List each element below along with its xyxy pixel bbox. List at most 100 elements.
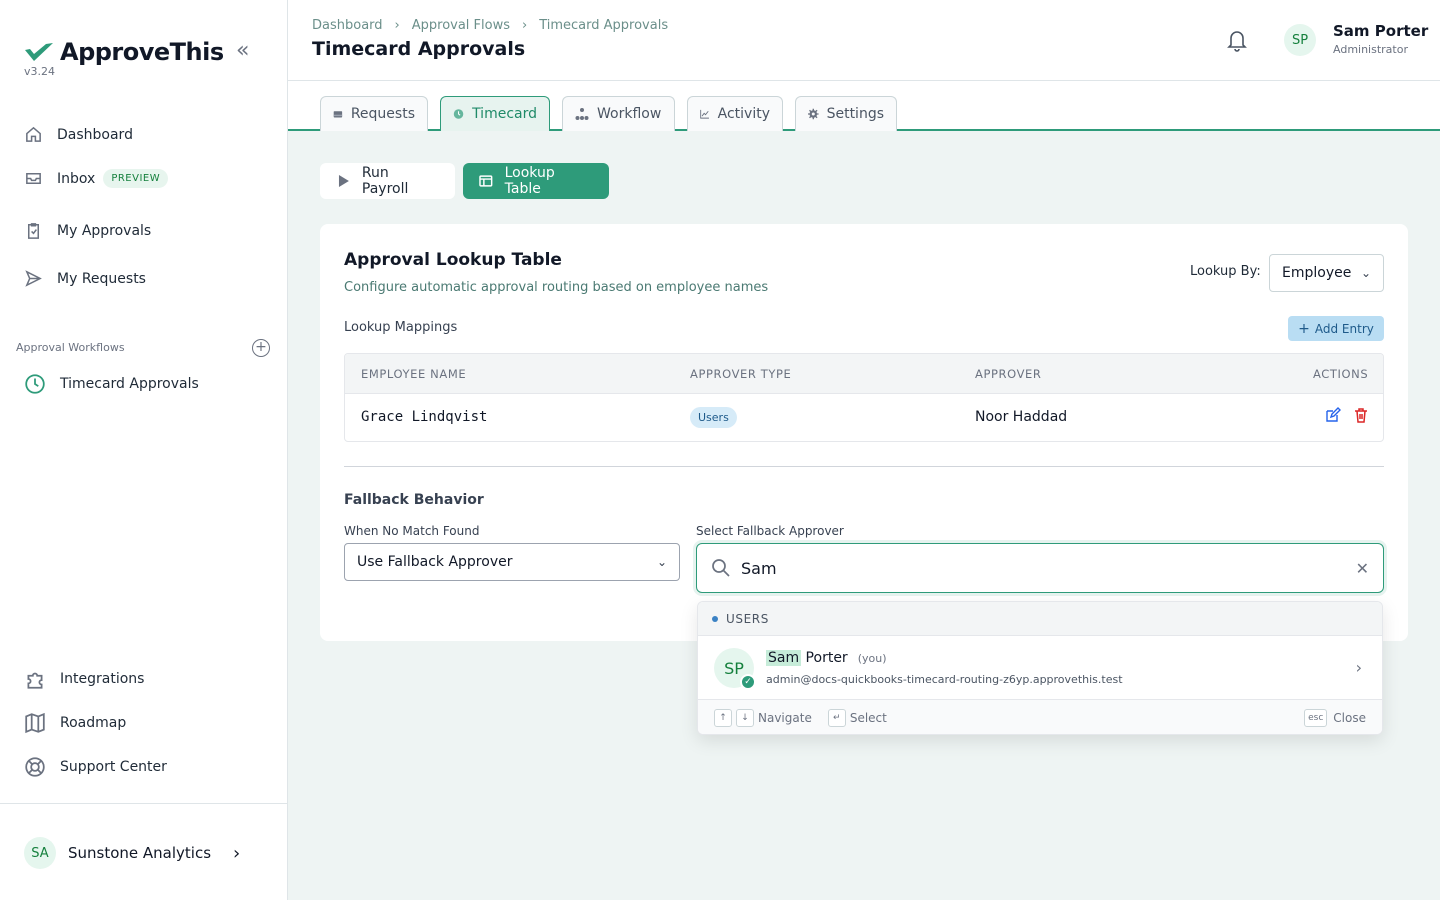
sidebar-footer: SA Sunstone Analytics › xyxy=(0,803,288,900)
sidebar-item-dashboard[interactable]: Dashboard xyxy=(24,125,133,144)
tab-settings[interactable]: Settings xyxy=(795,96,897,131)
fallback-approver-search[interactable]: ✕ xyxy=(696,543,1384,593)
col-approver: APPROVER xyxy=(975,367,1042,381)
tab-label: Settings xyxy=(826,106,884,122)
result-item[interactable]: SP ✓ Sam Porter (you) admin@docs-quickbo… xyxy=(698,636,1382,700)
inbox-icon xyxy=(26,172,41,185)
bell-icon[interactable] xyxy=(1226,28,1248,52)
sidebar-item-my-approvals[interactable]: My Approvals xyxy=(24,221,151,240)
tab-label: Timecard xyxy=(472,106,537,122)
when-no-match-label: When No Match Found xyxy=(344,524,480,538)
section-label-approval-workflows: Approval Workflows xyxy=(16,341,125,354)
table-row: Grace Lindqvist Users Noor Haddad xyxy=(345,394,1383,441)
tab-label: Requests xyxy=(350,106,415,122)
sidebar-item-label: My Approvals xyxy=(57,222,152,239)
when-no-match-value: Use Fallback Approver xyxy=(357,554,513,570)
result-name-rest: Porter xyxy=(801,650,848,666)
result-name-match: Sam xyxy=(766,650,802,666)
breadcrumb-approval-flows[interactable]: Approval Flows xyxy=(412,18,510,33)
tab-workflow[interactable]: Workflow xyxy=(562,96,675,131)
sidebar-item-label: My Requests xyxy=(57,270,146,287)
lookup-by-label: Lookup By: xyxy=(1190,264,1261,279)
tab-timecard[interactable]: Timecard xyxy=(440,96,550,131)
key-up-hint: ↑ xyxy=(714,708,732,727)
gear-icon xyxy=(808,108,819,120)
section-divider xyxy=(344,466,1384,467)
result-name: Sam Porter (you) xyxy=(766,650,886,666)
add-entry-button[interactable]: + Add Entry xyxy=(1288,316,1384,341)
group-dot-icon xyxy=(712,615,718,622)
map-icon xyxy=(25,712,45,734)
mappings-label: Lookup Mappings xyxy=(344,320,458,335)
fallback-title: Fallback Behavior xyxy=(344,492,484,508)
user-role: Administrator xyxy=(1333,43,1408,56)
chevron-right-icon: › xyxy=(233,842,241,864)
select-fallback-label: Select Fallback Approver xyxy=(696,524,844,538)
sidebar-item-timecard-approvals[interactable]: Timecard Approvals xyxy=(24,373,199,395)
user-avatar[interactable]: SP xyxy=(1284,24,1316,56)
fallback-search-input[interactable] xyxy=(741,558,1356,578)
col-approver-type: APPROVER TYPE xyxy=(690,367,792,381)
lifebuoy-icon xyxy=(25,757,45,777)
plus-icon: + xyxy=(1298,320,1310,337)
approver-type-badge: Users xyxy=(690,407,737,428)
sidebar-item-inbox[interactable]: Inbox PREVIEW xyxy=(24,169,169,188)
key-down-hint: ↓ xyxy=(736,708,754,727)
sidebar-item-my-requests[interactable]: My Requests xyxy=(24,269,146,288)
logo-check-icon xyxy=(25,43,53,61)
collapse-sidebar-icon[interactable]: « xyxy=(236,40,258,62)
add-workflow-icon[interactable]: + xyxy=(252,339,270,357)
tab-activity[interactable]: Activity xyxy=(687,96,783,131)
employee-name-cell: Grace Lindqvist xyxy=(361,409,488,425)
run-payroll-label: Run Payroll xyxy=(361,165,409,197)
trash-icon[interactable] xyxy=(1353,407,1369,423)
tab-requests[interactable]: Requests xyxy=(320,96,428,131)
tab-label: Activity xyxy=(717,106,770,122)
col-employee-name: EMPLOYEE NAME xyxy=(361,367,467,381)
chevron-right-icon: › xyxy=(1355,658,1362,677)
brand[interactable]: ApproveThis xyxy=(24,38,224,66)
sidebar-item-label: Support Center xyxy=(60,759,167,775)
breadcrumb-timecard-approvals[interactable]: Timecard Approvals xyxy=(539,18,668,33)
sidebar-item-label: Roadmap xyxy=(60,715,127,731)
user-name: Sam Porter xyxy=(1333,22,1429,40)
sidebar-item-roadmap[interactable]: Roadmap xyxy=(24,712,126,734)
select-hint: Select xyxy=(849,710,887,725)
verified-check-icon: ✓ xyxy=(740,674,756,690)
brand-name: ApproveThis xyxy=(60,38,224,66)
col-actions: ACTIONS xyxy=(1313,367,1369,381)
results-group-users: USERS xyxy=(698,602,1382,636)
org-name: Sunstone Analytics xyxy=(68,844,212,862)
breadcrumb-dashboard[interactable]: Dashboard xyxy=(312,18,383,33)
clear-icon[interactable]: ✕ xyxy=(1356,559,1369,578)
lookup-by-value: Employee xyxy=(1282,265,1352,281)
clipboard-icon xyxy=(27,223,40,239)
workflow-icon xyxy=(575,108,589,120)
chevron-right-icon: › xyxy=(394,18,400,33)
page-title: Timecard Approvals xyxy=(312,38,526,60)
table-icon xyxy=(479,175,493,187)
sidebar-item-support-center[interactable]: Support Center xyxy=(24,756,167,778)
lookup-table-label: Lookup Table xyxy=(504,165,555,197)
dropdown-footer: ↑ ↓ Navigate ↵ Select esc Close xyxy=(698,700,1382,734)
navigate-hint: Navigate xyxy=(758,710,812,725)
when-no-match-select[interactable]: Use Fallback Approver ⌄ xyxy=(344,543,680,581)
approver-cell: Noor Haddad xyxy=(975,409,1068,425)
preview-badge: PREVIEW xyxy=(103,169,169,188)
org-avatar: SA xyxy=(24,837,56,869)
sidebar-item-label: Dashboard xyxy=(57,126,133,143)
app-version: v3.24 xyxy=(24,65,56,78)
lookup-by-select[interactable]: Employee ⌄ xyxy=(1269,254,1384,292)
lookup-table-button[interactable]: Lookup Table xyxy=(463,163,609,199)
sidebar-item-label: Timecard Approvals xyxy=(60,376,199,392)
run-payroll-button[interactable]: Run Payroll xyxy=(320,163,455,199)
table-header: EMPLOYEE NAME APPROVER TYPE APPROVER ACT… xyxy=(345,354,1383,394)
play-icon xyxy=(338,175,349,187)
puzzle-icon xyxy=(27,672,43,689)
sidebar-item-integrations[interactable]: Integrations xyxy=(24,668,144,690)
clock-icon xyxy=(453,109,464,119)
edit-icon[interactable] xyxy=(1325,407,1341,423)
lookup-card: Approval Lookup Table Configure automati… xyxy=(320,224,1408,641)
org-switcher[interactable]: SA Sunstone Analytics › xyxy=(24,837,240,869)
close-hint: Close xyxy=(1333,710,1366,725)
